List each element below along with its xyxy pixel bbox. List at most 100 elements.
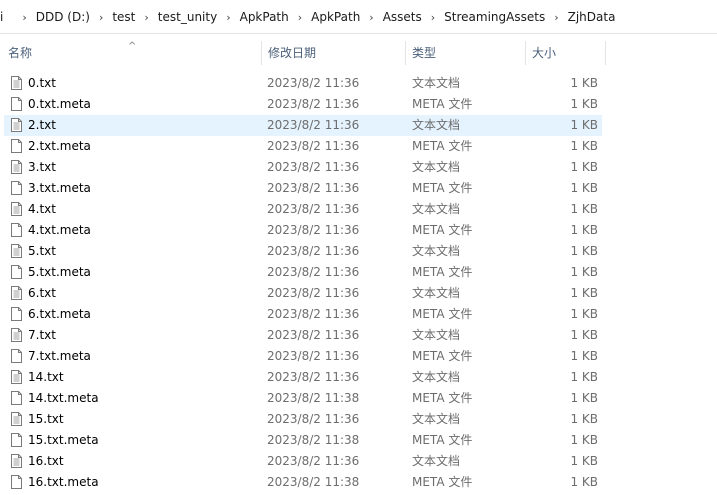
- file-row[interactable]: 7.txt 2023/8/2 11:36 文本文档 1 KB: [4, 325, 602, 346]
- file-type: 文本文档: [412, 454, 461, 468]
- column-header-size[interactable]: 大小: [526, 39, 604, 67]
- breadcrumb-item[interactable]: Assets: [383, 10, 422, 24]
- column-header-name[interactable]: 名称 ^: [2, 39, 260, 67]
- file-size: 1 KB: [570, 97, 598, 111]
- file-modified-date: 2023/8/2 11:36: [267, 223, 360, 237]
- chevron-right-icon[interactable]: ›: [554, 11, 558, 24]
- file-row[interactable]: 0.txt.meta 2023/8/2 11:36 META 文件 1 KB: [4, 94, 602, 115]
- file-type: META 文件: [412, 265, 473, 279]
- file-name: 14.txt: [28, 370, 64, 384]
- breadcrumb-item[interactable]: ApkPath: [311, 10, 360, 24]
- file-size: 1 KB: [570, 391, 598, 405]
- file-name: 7.txt.meta: [28, 349, 91, 363]
- breadcrumb-item-current[interactable]: ZjhData: [568, 10, 616, 24]
- file-type: 文本文档: [412, 286, 461, 300]
- chevron-right-icon[interactable]: ›: [431, 11, 435, 24]
- breadcrumb-item[interactable]: StreamingAssets: [444, 10, 545, 24]
- file-size: 1 KB: [570, 307, 598, 321]
- file-name: 15.txt: [28, 412, 64, 426]
- file-row[interactable]: 4.txt 2023/8/2 11:36 文本文档 1 KB: [4, 199, 602, 220]
- file-type: META 文件: [412, 181, 473, 195]
- file-row[interactable]: 5.txt 2023/8/2 11:36 文本文档 1 KB: [4, 241, 602, 262]
- blank-file-icon: [11, 349, 22, 363]
- sort-ascending-icon: ^: [128, 41, 137, 52]
- file-modified-date: 2023/8/2 11:36: [267, 370, 360, 384]
- file-type: 文本文档: [412, 118, 461, 132]
- file-name: 16.txt: [28, 454, 64, 468]
- file-size: 1 KB: [570, 181, 598, 195]
- breadcrumb-item[interactable]: test: [112, 10, 135, 24]
- blank-file-icon: [11, 265, 22, 279]
- blank-file-icon: [11, 475, 22, 489]
- file-size: 1 KB: [570, 202, 598, 216]
- file-row[interactable]: 15.txt.meta 2023/8/2 11:38 META 文件 1 KB: [4, 430, 602, 451]
- file-type: 文本文档: [412, 202, 461, 216]
- chevron-right-icon[interactable]: ›: [22, 11, 26, 24]
- file-type: 文本文档: [412, 370, 461, 384]
- file-modified-date: 2023/8/2 11:36: [267, 454, 360, 468]
- file-size: 1 KB: [570, 328, 598, 342]
- chevron-right-icon[interactable]: ›: [99, 11, 103, 24]
- file-modified-date: 2023/8/2 11:36: [267, 244, 360, 258]
- file-modified-date: 2023/8/2 11:38: [267, 433, 360, 447]
- file-name: 2.txt.meta: [28, 139, 91, 153]
- file-row[interactable]: 16.txt 2023/8/2 11:36 文本文档 1 KB: [4, 451, 602, 472]
- blank-file-icon: [11, 181, 22, 195]
- file-size: 1 KB: [570, 139, 598, 153]
- file-row[interactable]: 7.txt.meta 2023/8/2 11:36 META 文件 1 KB: [4, 346, 602, 367]
- file-row[interactable]: 3.txt.meta 2023/8/2 11:36 META 文件 1 KB: [4, 178, 602, 199]
- file-row[interactable]: 5.txt.meta 2023/8/2 11:36 META 文件 1 KB: [4, 262, 602, 283]
- text-file-icon: [11, 370, 22, 384]
- chevron-right-icon[interactable]: ›: [144, 11, 148, 24]
- file-modified-date: 2023/8/2 11:36: [267, 181, 360, 195]
- file-row[interactable]: 0.txt 2023/8/2 11:36 文本文档 1 KB: [4, 73, 602, 94]
- breadcrumb-item[interactable]: ApkPath: [240, 10, 289, 24]
- file-modified-date: 2023/8/2 11:36: [267, 412, 360, 426]
- file-row[interactable]: 4.txt.meta 2023/8/2 11:36 META 文件 1 KB: [4, 220, 602, 241]
- address-bar[interactable]: i › DDD (D:) › test › test_unity › ApkPa…: [0, 0, 717, 34]
- file-size: 1 KB: [570, 76, 598, 90]
- file-row[interactable]: 6.txt.meta 2023/8/2 11:36 META 文件 1 KB: [4, 304, 602, 325]
- file-name: 5.txt.meta: [28, 265, 91, 279]
- column-divider[interactable]: [605, 41, 606, 65]
- text-file-icon: [11, 328, 22, 342]
- column-header-date[interactable]: 修改日期: [262, 39, 404, 67]
- column-header-size-label: 大小: [532, 46, 557, 60]
- column-header-row: 名称 ^ 修改日期 类型 大小: [0, 39, 717, 67]
- file-type: 文本文档: [412, 412, 461, 426]
- breadcrumb-item[interactable]: DDD (D:): [36, 10, 90, 24]
- file-size: 1 KB: [570, 265, 598, 279]
- file-name: 7.txt: [28, 328, 56, 342]
- file-modified-date: 2023/8/2 11:38: [267, 391, 360, 405]
- file-size: 1 KB: [570, 160, 598, 174]
- text-file-icon: [11, 454, 22, 468]
- file-row[interactable]: 15.txt 2023/8/2 11:36 文本文档 1 KB: [4, 409, 602, 430]
- file-row[interactable]: 2.txt.meta 2023/8/2 11:36 META 文件 1 KB: [4, 136, 602, 157]
- file-modified-date: 2023/8/2 11:38: [267, 475, 360, 489]
- blank-file-icon: [11, 391, 22, 405]
- chevron-right-icon[interactable]: ›: [298, 11, 302, 24]
- chevron-right-icon[interactable]: ›: [369, 11, 373, 24]
- text-file-icon: [11, 76, 22, 90]
- file-type: META 文件: [412, 139, 473, 153]
- file-modified-date: 2023/8/2 11:36: [267, 328, 360, 342]
- file-row[interactable]: 3.txt 2023/8/2 11:36 文本文档 1 KB: [4, 157, 602, 178]
- blank-file-icon: [11, 433, 22, 447]
- file-size: 1 KB: [570, 118, 598, 132]
- file-name: 4.txt.meta: [28, 223, 91, 237]
- file-row[interactable]: 16.txt.meta 2023/8/2 11:38 META 文件 1 KB: [4, 472, 602, 493]
- text-file-icon: [11, 202, 22, 216]
- column-header-type[interactable]: 类型: [406, 39, 524, 67]
- file-row[interactable]: 14.txt.meta 2023/8/2 11:38 META 文件 1 KB: [4, 388, 602, 409]
- file-name: 5.txt: [28, 244, 56, 258]
- file-row[interactable]: 6.txt 2023/8/2 11:36 文本文档 1 KB: [4, 283, 602, 304]
- file-type: META 文件: [412, 391, 473, 405]
- file-name: 3.txt: [28, 160, 56, 174]
- column-header-name-label: 名称: [8, 46, 33, 60]
- file-type: 文本文档: [412, 76, 461, 90]
- file-row[interactable]: 14.txt 2023/8/2 11:36 文本文档 1 KB: [4, 367, 602, 388]
- breadcrumb-item[interactable]: test_unity: [158, 10, 217, 24]
- file-row[interactable]: 2.txt 2023/8/2 11:36 文本文档 1 KB: [4, 115, 602, 136]
- file-size: 1 KB: [570, 223, 598, 237]
- chevron-right-icon[interactable]: ›: [226, 11, 230, 24]
